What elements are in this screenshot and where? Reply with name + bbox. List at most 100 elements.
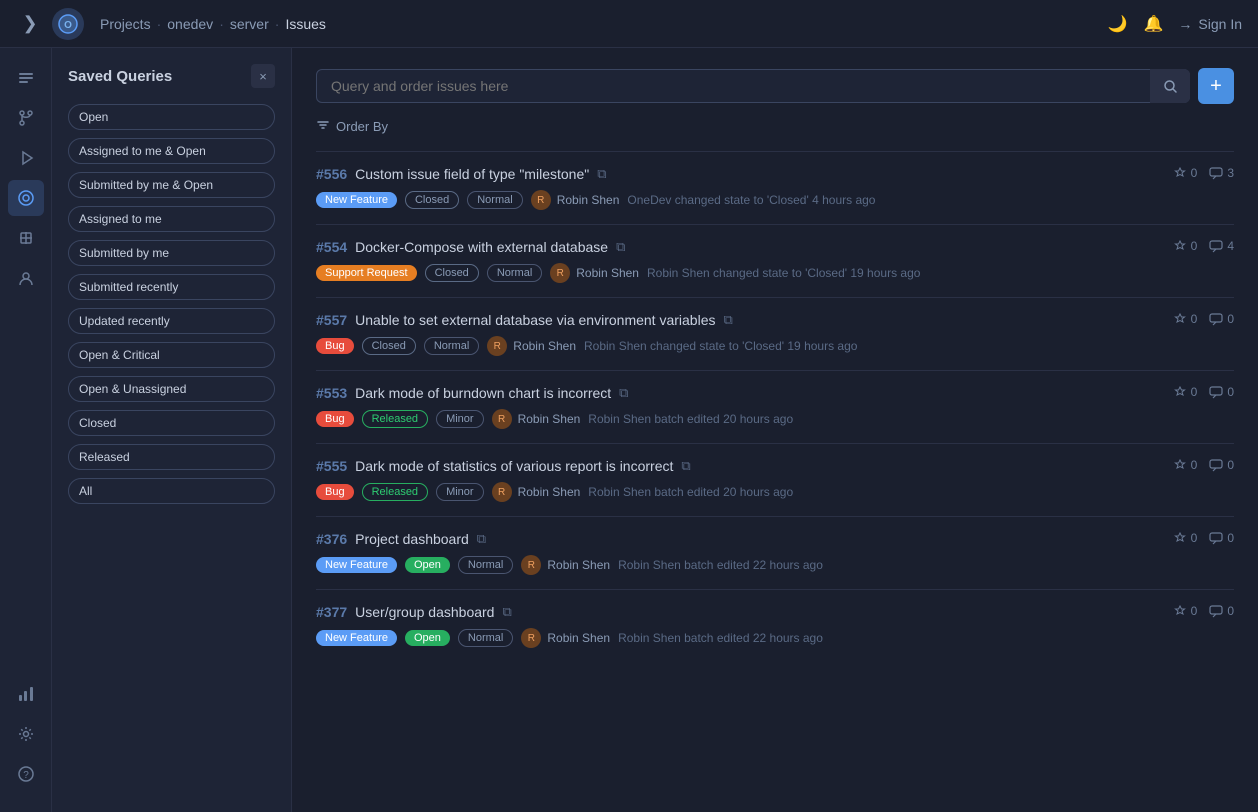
issue-title[interactable]: Dark mode of statistics of various repor…	[355, 458, 673, 474]
sidebar-item-git[interactable]	[8, 100, 44, 136]
tag-new-feature[interactable]: New Feature	[316, 630, 397, 646]
issue-title[interactable]: User/group dashboard	[355, 604, 494, 620]
order-by-row[interactable]: Order By	[316, 118, 1234, 135]
copy-icon[interactable]: ⧉	[597, 166, 606, 182]
tag-released[interactable]: Released	[362, 410, 428, 428]
issue-assignee: R Robin Shen	[531, 190, 620, 210]
saved-queries-header: Saved Queries ×	[68, 64, 275, 88]
tag-normal[interactable]: Normal	[467, 191, 522, 209]
sidebar-toggle[interactable]: ❯	[16, 10, 44, 38]
comment-num: 4	[1227, 239, 1234, 253]
vote-num: 0	[1191, 604, 1198, 618]
tag-minor[interactable]: Minor	[436, 483, 484, 501]
tag-closed[interactable]: Closed	[425, 264, 479, 282]
tag-normal[interactable]: Normal	[458, 629, 513, 647]
breadcrumb-projects[interactable]: Projects	[100, 16, 151, 32]
issue-number[interactable]: #554	[316, 239, 347, 255]
tag-new-feature[interactable]: New Feature	[316, 192, 397, 208]
search-input-wrapper	[316, 69, 1190, 103]
moon-icon[interactable]: 🌙	[1106, 13, 1128, 35]
issue-number[interactable]: #377	[316, 604, 347, 620]
sidebar-item-deploy[interactable]	[8, 260, 44, 296]
query-all[interactable]: All	[68, 478, 275, 504]
avatar: R	[521, 555, 541, 575]
issue-number[interactable]: #557	[316, 312, 347, 328]
sidebar-item-milestone[interactable]	[8, 220, 44, 256]
saved-queries-panel: Saved Queries × Open Assigned to me & Op…	[52, 48, 292, 812]
tag-open[interactable]: Open	[405, 557, 450, 573]
tag-new-feature[interactable]: New Feature	[316, 557, 397, 573]
issue-meta-right: 0 4	[1173, 239, 1234, 253]
tag-normal[interactable]: Normal	[487, 264, 542, 282]
tag-released[interactable]: Released	[362, 483, 428, 501]
issue-title-row: #377 User/group dashboard ⧉	[316, 604, 512, 620]
query-assigned-open[interactable]: Assigned to me & Open	[68, 138, 275, 164]
logo: O	[52, 8, 84, 40]
sidebar-item-build[interactable]	[8, 140, 44, 176]
breadcrumb-onedev[interactable]: onedev	[167, 16, 213, 32]
issue-number[interactable]: #376	[316, 531, 347, 547]
query-open-unassigned[interactable]: Open & Unassigned	[68, 376, 275, 402]
add-issue-button[interactable]: +	[1198, 68, 1234, 104]
issue-title[interactable]: Docker-Compose with external database	[355, 239, 608, 255]
comment-num: 0	[1227, 385, 1234, 399]
issues-list: #556 Custom issue field of type "milesto…	[316, 151, 1234, 792]
activity-text: OneDev changed state to 'Closed' 4 hours…	[627, 193, 875, 207]
issue-item: #376 Project dashboard ⧉ 0 0	[316, 516, 1234, 589]
search-button[interactable]	[1150, 69, 1190, 103]
query-closed[interactable]: Closed	[68, 410, 275, 436]
tag-bug[interactable]: Bug	[316, 338, 354, 354]
assignee-name: Robin Shen	[576, 266, 639, 280]
tag-open[interactable]: Open	[405, 630, 450, 646]
topnav-right: 🌙 🔔 → Sign In	[1106, 13, 1242, 35]
tag-normal[interactable]: Normal	[458, 556, 513, 574]
saved-queries-close-button[interactable]: ×	[251, 64, 275, 88]
breadcrumb-issues[interactable]: Issues	[285, 16, 325, 32]
query-assigned[interactable]: Assigned to me	[68, 206, 275, 232]
copy-icon[interactable]: ⧉	[477, 531, 486, 547]
tag-normal[interactable]: Normal	[424, 337, 479, 355]
query-submitted-open[interactable]: Submitted by me & Open	[68, 172, 275, 198]
issue-bottom-row: Support Request Closed Normal R Robin Sh…	[316, 263, 1234, 283]
sidebar-item-stats[interactable]	[8, 676, 44, 712]
copy-icon[interactable]: ⧉	[616, 239, 625, 255]
issue-meta-right: 0 0	[1173, 531, 1234, 545]
tag-closed[interactable]: Closed	[362, 337, 416, 355]
issue-top-row: #377 User/group dashboard ⧉ 0 0	[316, 604, 1234, 620]
issue-title[interactable]: Unable to set external database via envi…	[355, 312, 715, 328]
query-open-critical[interactable]: Open & Critical	[68, 342, 275, 368]
copy-icon[interactable]: ⧉	[681, 458, 690, 474]
signin-button[interactable]: → Sign In	[1178, 16, 1242, 32]
activity-text: Robin Shen batch edited 22 hours ago	[618, 558, 823, 572]
copy-icon[interactable]: ⧉	[502, 604, 511, 620]
sidebar-item-issues[interactable]	[8, 180, 44, 216]
tag-bug[interactable]: Bug	[316, 411, 354, 427]
sidebar-item-settings[interactable]	[8, 716, 44, 752]
issue-title[interactable]: Project dashboard	[355, 531, 469, 547]
copy-icon[interactable]: ⧉	[723, 312, 732, 328]
breadcrumb-sep-3: ·	[275, 16, 280, 32]
bell-icon[interactable]: 🔔	[1142, 13, 1164, 35]
query-open[interactable]: Open	[68, 104, 275, 130]
activity-text: Robin Shen batch edited 22 hours ago	[618, 631, 823, 645]
tag-minor[interactable]: Minor	[436, 410, 484, 428]
issue-number[interactable]: #553	[316, 385, 347, 401]
issue-title[interactable]: Dark mode of burndown chart is incorrect	[355, 385, 611, 401]
tag-bug[interactable]: Bug	[316, 484, 354, 500]
vote-count: 0	[1173, 312, 1198, 326]
tag-support[interactable]: Support Request	[316, 265, 417, 281]
breadcrumb-server[interactable]: server	[230, 16, 269, 32]
search-input[interactable]	[316, 69, 1190, 103]
copy-icon[interactable]: ⧉	[619, 385, 628, 401]
tag-closed[interactable]: Closed	[405, 191, 459, 209]
query-submitted[interactable]: Submitted by me	[68, 240, 275, 266]
query-released[interactable]: Released	[68, 444, 275, 470]
issue-number[interactable]: #556	[316, 166, 347, 182]
issue-number[interactable]: #555	[316, 458, 347, 474]
query-updated-recently[interactable]: Updated recently	[68, 308, 275, 334]
issue-title[interactable]: Custom issue field of type "milestone"	[355, 166, 589, 182]
query-submitted-recently[interactable]: Submitted recently	[68, 274, 275, 300]
signin-label: Sign In	[1198, 16, 1242, 32]
sidebar-item-help[interactable]: ?	[8, 756, 44, 792]
sidebar-item-home[interactable]	[8, 60, 44, 96]
